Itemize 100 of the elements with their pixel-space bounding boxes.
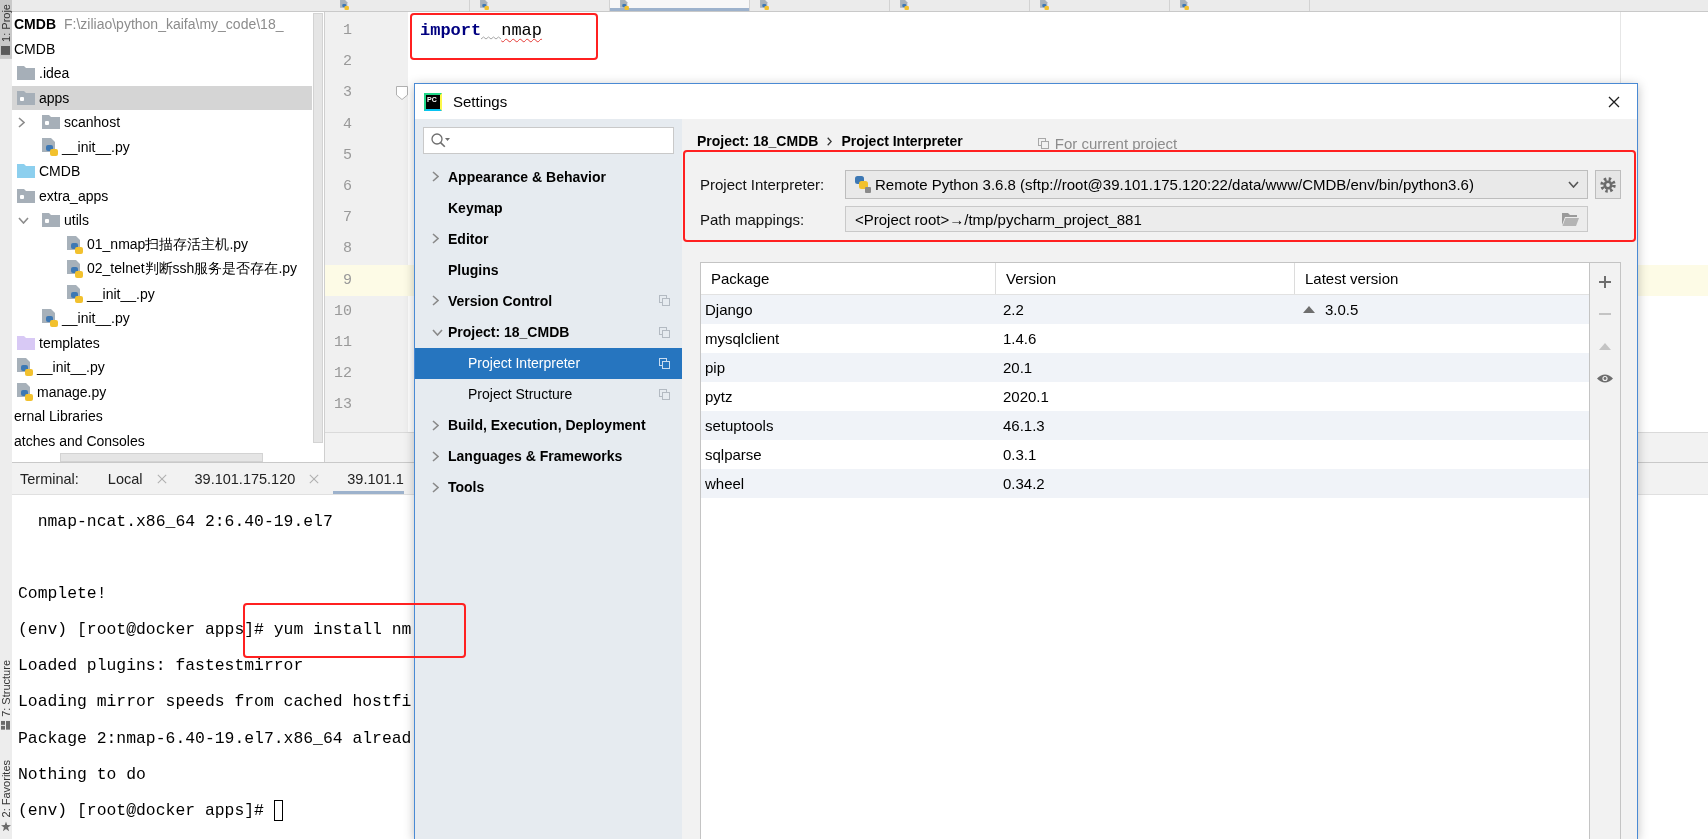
tree-item[interactable]: extra_apps <box>12 183 312 208</box>
table-cell-text: Django <box>704 300 754 320</box>
breadcrumb-separator-icon <box>827 136 833 146</box>
settings-nav-item[interactable]: Plugins <box>415 254 682 286</box>
python-file-icon <box>760 0 769 10</box>
tree-item[interactable]: manage.py <box>12 379 312 404</box>
settings-nav-item[interactable]: Editor <box>415 223 682 255</box>
python-file-icon <box>67 235 83 254</box>
python-file-icon <box>620 0 629 10</box>
line-number: 13 <box>333 396 352 414</box>
python-file-icon <box>17 382 33 401</box>
tree-item[interactable]: templates <box>12 330 312 355</box>
tree-item[interactable]: __init__.py <box>12 281 312 306</box>
path-mappings-field[interactable]: <Project root>→/tmp/pycharm_project_881 <box>845 206 1588 232</box>
line-number: 9 <box>342 271 352 289</box>
gear-icon <box>1600 176 1616 193</box>
tree-item[interactable]: CMDB <box>12 159 312 184</box>
tree-item[interactable]: ernal Libraries <box>12 404 312 429</box>
terminal-tab[interactable]: 39.101.1 <box>333 463 404 494</box>
line-number: 1 <box>342 22 352 40</box>
eye-icon <box>1597 372 1613 384</box>
settings-nav-item[interactable]: Version Control <box>415 285 682 317</box>
terminal-line: (env) [root@docker apps]# <box>18 799 264 822</box>
code-keyword: import <box>420 21 482 41</box>
python-file-icon <box>42 309 58 328</box>
line-number: 7 <box>342 209 352 227</box>
python-file-icon <box>67 284 83 303</box>
table-cell-text: 1.4.6 <box>1002 329 1038 349</box>
column-header: Version <box>996 263 1295 294</box>
python-file-icon <box>900 0 909 10</box>
table-cell-text: pip <box>704 358 727 378</box>
minus-icon <box>1599 313 1611 315</box>
breadcrumb-item: Project Interpreter <box>841 133 963 149</box>
interpreter-dropdown[interactable]: Remote Python 3.6.8 (sftp://root@39.101.175.120:22/data/www/CMDB/env/bin/python3.6) <box>845 170 1588 199</box>
star-icon <box>1 821 11 831</box>
python-file-icon <box>1180 0 1189 10</box>
settings-nav-item[interactable]: Project Structure <box>415 378 682 410</box>
line-number: 3 <box>342 84 352 102</box>
project-path: F:\ziliao\python_kaifa\my_code\18_ <box>64 16 284 33</box>
terminal-title: Terminal: <box>20 470 79 487</box>
package-folder-icon <box>42 213 60 228</box>
chevron-down-icon <box>1568 181 1579 188</box>
line-number: 4 <box>342 115 352 133</box>
settings-nav-item[interactable]: Project Interpreter <box>415 347 682 379</box>
column-header: Package <box>701 263 996 294</box>
terminal-line: Nothing to do <box>18 763 146 786</box>
terminal-tab[interactable]: Local <box>93 463 181 494</box>
project-name: CMDB <box>14 16 56 33</box>
settings-nav-item[interactable]: Project: 18_CMDB <box>415 316 682 348</box>
triangle-up-icon <box>1599 342 1611 350</box>
tree-item[interactable]: scanhost <box>12 110 312 135</box>
table-cell-text: 0.34.2 <box>1002 474 1046 494</box>
line-number: 11 <box>333 333 352 351</box>
folder-icon <box>17 335 35 350</box>
table-cell-text: 46.1.3 <box>1002 416 1046 436</box>
settings-nav-item[interactable]: Tools <box>415 471 682 504</box>
tree-item[interactable]: apps <box>12 85 312 110</box>
table-cell-text: setuptools <box>704 416 775 436</box>
tree-item[interactable]: atches and Consoles <box>12 428 312 453</box>
line-number: 2 <box>342 53 352 71</box>
search-field[interactable] <box>423 127 674 154</box>
tool-window-button[interactable]: 2: Favorites <box>0 755 12 835</box>
code-identifier: nmap <box>501 21 543 41</box>
package-folder-icon <box>42 115 60 130</box>
settings-nav-item[interactable]: Build, Execution, Deployment <box>415 409 682 441</box>
settings-nav-item[interactable]: Languages & Frameworks <box>415 440 682 472</box>
line-number: 5 <box>342 146 352 164</box>
field-label: Project Interpreter: <box>699 176 826 193</box>
tool-window-button[interactable]: 1: Proje <box>0 0 12 59</box>
terminal-line: Loading mirror speeds from cached hostfi <box>18 691 412 714</box>
file-tab[interactable] <box>610 0 750 11</box>
python-file-icon <box>1040 0 1049 10</box>
terminal-tab[interactable]: 39.101.175.120 <box>180 463 334 494</box>
folder-icon <box>1562 212 1579 226</box>
close-icon <box>1608 95 1620 108</box>
folder-icon <box>17 66 35 81</box>
python-file-icon <box>480 0 489 10</box>
vertical-scrollbar[interactable] <box>313 13 323 443</box>
tree-item[interactable]: __init__.py <box>12 355 312 380</box>
terminal-line: Loaded plugins: fastestmirror <box>18 655 304 678</box>
tree-item[interactable]: __init__.py <box>12 134 312 159</box>
tree-item[interactable]: __init__.py <box>12 306 312 331</box>
line-number: 10 <box>333 302 352 320</box>
tree-item[interactable]: CMDB F:\ziliao\python_kaifa\my_code\18_ <box>12 12 312 37</box>
tool-window-button[interactable]: 7: Structure <box>0 655 12 734</box>
square-icon <box>1 45 11 55</box>
tree-item[interactable]: .idea <box>12 61 312 86</box>
settings-button[interactable] <box>1595 170 1621 199</box>
package-folder-icon <box>17 188 35 203</box>
tree-item[interactable]: 02_telnet判断ssh服务是否存在.py <box>12 257 312 282</box>
tree-item[interactable]: utils <box>12 208 312 233</box>
tree-item[interactable]: CMDB <box>12 36 312 61</box>
tree-item[interactable]: 01_nmap扫描存活主机.py <box>12 232 312 257</box>
horizontal-scrollbar[interactable] <box>60 453 263 462</box>
settings-nav-item[interactable]: Keymap <box>415 192 682 224</box>
table-cell-text: 2020.1 <box>1002 387 1050 407</box>
search-icon <box>431 133 450 148</box>
table-cell-text: wheel <box>704 474 746 494</box>
settings-nav-item[interactable]: Appearance & Behavior <box>415 161 682 193</box>
table-cell-text: sqlparse <box>704 445 763 465</box>
